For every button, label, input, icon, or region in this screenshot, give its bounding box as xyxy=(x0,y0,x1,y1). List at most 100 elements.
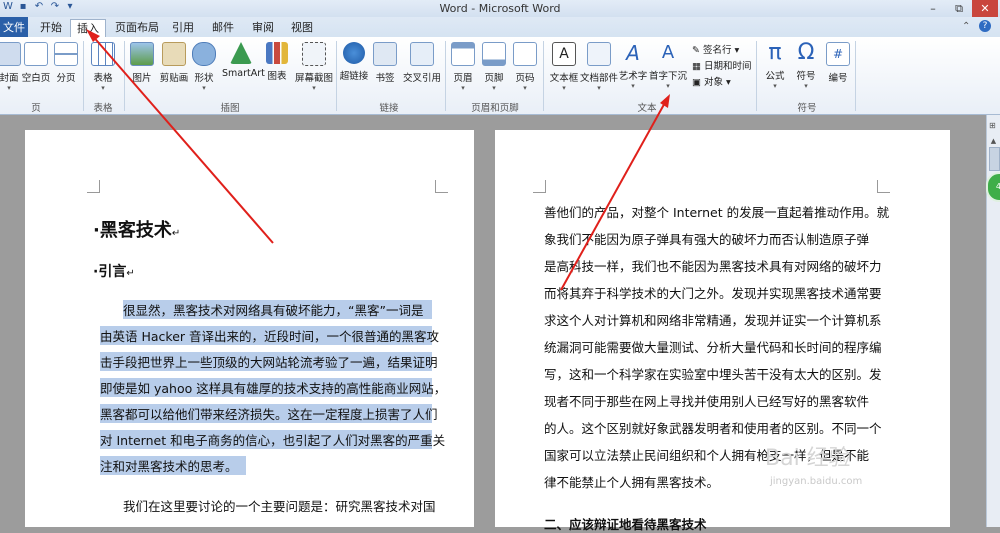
paragraph-line: 的人。这个区别就好象武器发明者和使用者的区别。不同一个 xyxy=(544,421,882,436)
group-label-illustrations: 插图 xyxy=(220,103,240,114)
signature-line-icon: ✎ xyxy=(692,45,700,56)
restore-button[interactable]: ⧉ xyxy=(946,0,972,17)
object-icon: ▣ xyxy=(692,77,701,88)
pi-icon: π xyxy=(768,40,782,65)
window-title: Word - Microsoft Word xyxy=(439,2,561,15)
paragraph-line: 击手段把世界上一些顶级的大网站轮流考验了一遍，结果证明 xyxy=(100,352,438,371)
help-icon[interactable]: ? xyxy=(979,20,991,32)
drop-cap-button[interactable]: A 首字下沉 ▾ xyxy=(648,42,688,90)
object-button[interactable]: ▣ 对象 ▾ xyxy=(692,74,731,88)
page-number-button[interactable]: 页码 ▾ xyxy=(508,42,542,92)
omega-icon: Ω xyxy=(797,40,815,65)
cover-page-icon xyxy=(0,42,21,66)
scroll-up-icon[interactable]: ▲ xyxy=(989,137,998,145)
page-number-icon xyxy=(513,42,537,66)
footer-button[interactable]: 页脚 ▾ xyxy=(477,42,511,92)
paragraph-line: 很显然，黑客技术对网络具有破坏能力，“黑客”一词是 xyxy=(123,300,432,319)
paragraph-line: 现者不同于那些在网上寻找并使用别人已经写好的黑客软件 xyxy=(544,394,870,409)
tab-page-layout[interactable]: 页面布局 xyxy=(110,19,164,37)
cross-reference-icon xyxy=(410,42,434,66)
hyperlink-button[interactable]: 超链接 xyxy=(337,42,371,82)
paragraph-line: 注和对黑客技术的思考。 xyxy=(100,456,246,475)
group-label-tables: 表格 xyxy=(93,103,113,114)
paragraph-line: 善他们的产品，对整个 Internet 的发展一直起着推动作用。就 xyxy=(544,205,890,220)
number-icon: # xyxy=(826,42,850,66)
paragraph-line: 是高科技一样，我们也不能因为黑客技术具有对网络的破坏力 xyxy=(544,259,882,274)
symbol-button[interactable]: Ω 符号 ▾ xyxy=(789,40,823,91)
bookmark-button[interactable]: 书签 xyxy=(368,42,402,84)
group-label-text: 文本 xyxy=(637,103,657,114)
wordart-icon: A xyxy=(626,41,640,65)
document-page-1[interactable]: ·黑客技术↵ ·引言↵ 很显然，黑客技术对网络具有破坏能力，“黑客”一词是 由英… xyxy=(25,130,474,527)
group-label-header-footer: 页眉和页脚 xyxy=(471,103,519,114)
group-label-symbols: 符号 xyxy=(797,103,817,114)
clip-art-button[interactable]: 剪贴画 xyxy=(157,42,191,84)
paragraph-line: 象我们不能因为原子弹具有强大的破坏力而否认制造原子弹 xyxy=(544,232,870,247)
footer-icon xyxy=(482,42,506,66)
wordart-button[interactable]: A 艺术字 ▾ xyxy=(615,42,651,90)
paragraph-line: 即使是如 yahoo 这样具有雄厚的技术支持的高性能商业网站， xyxy=(100,378,446,397)
picture-button[interactable]: 图片 xyxy=(125,42,159,84)
chart-button[interactable]: 图表 xyxy=(260,42,294,82)
table-icon xyxy=(91,42,115,66)
tab-review[interactable]: 审阅 xyxy=(246,19,280,37)
screenshot-button[interactable]: 屏幕截图 ▾ xyxy=(294,42,334,92)
paragraph-line: 我们在这里要讨论的一个主要问题是：研究黑客技术对国 xyxy=(123,499,436,514)
tab-home[interactable]: 开始 xyxy=(34,19,68,37)
tab-references[interactable]: 引用 xyxy=(166,19,200,37)
scroll-thumb[interactable] xyxy=(989,147,1000,171)
paragraph-line: 而将其弃于科学技术的大门之外。发现并实现黑客技术通常要 xyxy=(544,286,882,301)
drop-cap-icon: A xyxy=(661,42,675,63)
group-label-links: 链接 xyxy=(379,103,399,114)
picture-icon xyxy=(130,42,154,66)
heading-2: ·引言↵ xyxy=(93,264,135,280)
header-icon xyxy=(451,42,475,66)
header-button[interactable]: 页眉 ▾ xyxy=(446,42,480,92)
watermark-url: jingyan.baidu.com xyxy=(770,476,863,487)
paragraph-line: 律不能禁止个人拥有黑客技术。 xyxy=(544,475,720,490)
page-break-button[interactable]: 分页 xyxy=(49,42,83,84)
page-break-icon xyxy=(54,42,78,66)
tab-mailings[interactable]: 邮件 xyxy=(206,19,240,37)
paragraph-line: 由英语 Hacker 音译出来的，近段时间，一个很普通的黑客攻 xyxy=(100,326,439,345)
quick-parts-button[interactable]: 文档部件 ▾ xyxy=(580,42,618,92)
section-heading: 二、应该辩证地看待黑客技术 xyxy=(544,517,707,532)
text-box-icon: A xyxy=(552,42,576,66)
smartart-icon xyxy=(230,42,252,64)
hyperlink-icon xyxy=(343,42,365,64)
tab-file[interactable]: 文件 xyxy=(0,17,28,38)
table-button[interactable]: 表格 ▾ xyxy=(86,42,120,92)
group-label-pages: 页 xyxy=(31,103,41,114)
signature-line-button[interactable]: ✎ 签名行 ▾ xyxy=(692,42,739,56)
title-bar: W ▪ ↶ ↷ ▾ Word - Microsoft Word – ⧉ ✕ xyxy=(0,0,1000,17)
cross-reference-button[interactable]: 交叉引用 xyxy=(402,42,442,84)
shapes-icon xyxy=(192,42,216,66)
quick-parts-icon xyxy=(587,42,611,66)
tab-insert[interactable]: 插入 xyxy=(70,19,106,39)
paragraph-line: 黑客都可以给他们带来经济损失。这在一定程度上损害了人们 xyxy=(100,404,438,423)
minimize-ribbon-icon[interactable]: ⌃ xyxy=(962,21,970,32)
number-button[interactable]: # 编号 xyxy=(821,42,855,84)
close-button[interactable]: ✕ xyxy=(972,0,998,17)
text-box-button[interactable]: A 文本框 ▾ xyxy=(546,42,582,92)
screenshot-icon xyxy=(302,42,326,66)
paragraph-line: 写，这和一个科学家在实验室中埋头苦干没有太大的区别。发 xyxy=(544,367,882,382)
watermark: Bai 经验 xyxy=(765,446,851,471)
blank-page-button[interactable]: 空白页 xyxy=(19,42,53,84)
calendar-icon: ▦ xyxy=(692,61,701,72)
bookmark-icon xyxy=(373,42,397,66)
ruler-toggle-icon[interactable]: ⊞ xyxy=(989,121,998,131)
clip-art-icon xyxy=(162,42,186,66)
smartart-button[interactable]: SmartArt xyxy=(222,42,265,79)
blank-page-icon xyxy=(24,42,48,66)
date-time-button[interactable]: ▦ 日期和时间 xyxy=(692,58,752,72)
chart-icon xyxy=(266,42,288,64)
heading-1: ·黑客技术↵ xyxy=(93,220,181,241)
minimize-button[interactable]: – xyxy=(920,0,946,17)
equation-button[interactable]: π 公式 ▾ xyxy=(758,40,792,91)
document-page-2[interactable]: 善他们的产品，对整个 Internet 的发展一直起着推动作用。就 象我们不能因… xyxy=(495,130,950,532)
tab-view[interactable]: 视图 xyxy=(285,19,319,37)
shapes-button[interactable]: 形状 ▾ xyxy=(187,42,221,92)
paragraph-line: 对 Internet 和电子商务的信心，也引起了人们对黑客的严重关 xyxy=(100,430,445,449)
paragraph-line: 求这个人对计算机和网络非常精通，发现并证实一个计算机系 xyxy=(544,313,882,328)
